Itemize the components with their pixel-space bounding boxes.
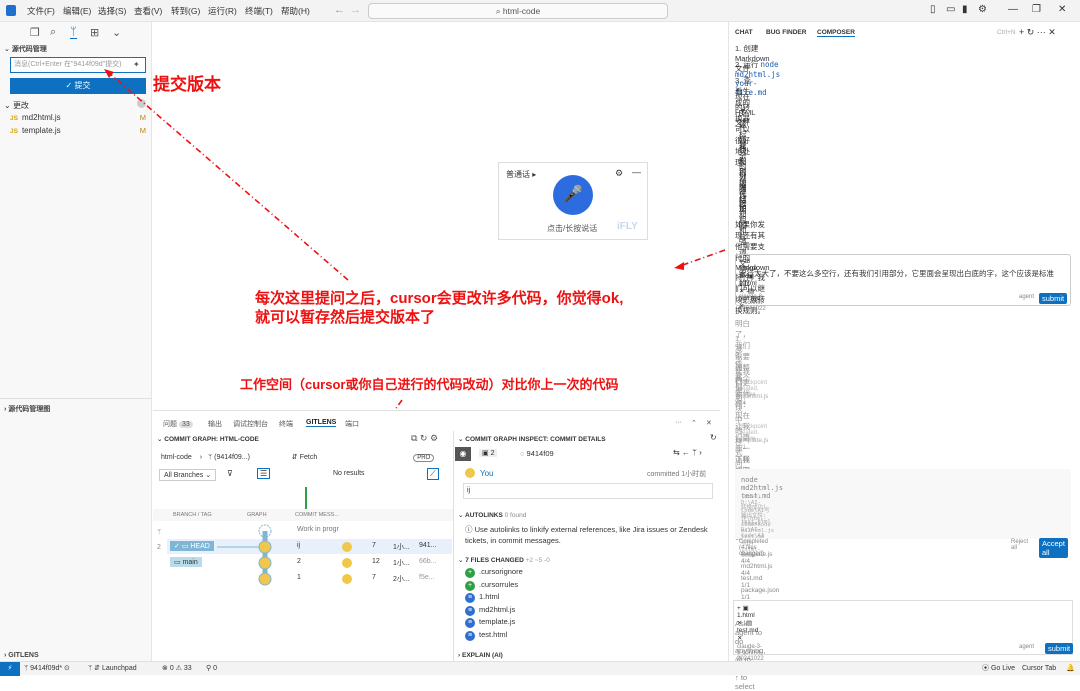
tab-composer[interactable]: COMPOSER	[817, 29, 855, 37]
branch-status[interactable]: ᛘ 9414f09d* ⊙	[24, 662, 70, 675]
tab-terminal[interactable]: 终端	[279, 419, 293, 429]
chat-panel: CHAT BUG FINDER COMPOSER Ctrl+N + ↻ ··· …	[728, 22, 1080, 691]
commit-sha-label: ◌ 9414f09	[520, 449, 554, 458]
repo-name[interactable]: html-code	[161, 454, 192, 461]
agent-label[interactable]: agent	[1019, 294, 1034, 300]
commit-icon[interactable]: ◉	[455, 447, 471, 461]
commit-graph-lines	[217, 524, 352, 586]
changed-file-chip[interactable]: package.json 1/1	[741, 587, 779, 601]
added-file-icon: +	[465, 568, 475, 578]
fetch-button[interactable]: ⇵ Fetch	[292, 454, 317, 461]
tab-output[interactable]: 输出	[208, 419, 222, 429]
accept-all-button[interactable]: Accept all	[1039, 538, 1068, 558]
changed-file-row[interactable]: + .cursorignore	[465, 567, 523, 578]
graph-toolbar: html-code › ᛘ (9414f09...) ⇵ Fetch PRO	[161, 453, 435, 462]
author-name: You	[480, 469, 494, 478]
status-bar: ⚡ ᛘ 9414f09d* ⊙ ᛘ ⇵ Launchpad ⊗ 0 ⚠ 33 ⚲…	[0, 661, 1080, 676]
changed-file-row[interactable]: ≡ 1.html	[465, 592, 499, 603]
tab-bug-finder[interactable]: BUG FINDER	[766, 29, 806, 36]
autolinks-description: ⓘ Use autolinks to linkify external refe…	[465, 525, 708, 545]
agent-label[interactable]: agent	[1019, 644, 1034, 650]
go-live-button[interactable]: ⦿ Go Live	[982, 662, 1015, 675]
file-name: 1.html	[479, 592, 500, 601]
file-name: .cursorrules	[479, 579, 519, 589]
model-selector[interactable]: claude-3-5-sonnet-20241022	[737, 644, 764, 662]
remote-icon[interactable]: ⚡	[0, 662, 20, 676]
refresh-icon[interactable]: ↻	[710, 433, 717, 442]
autolinks-header[interactable]: ⌄ AUTOLINKS 0 found	[458, 511, 526, 519]
pro-badge: PRO	[413, 454, 435, 462]
no-results-label: No results	[333, 470, 365, 477]
maximize-icon[interactable]: ⌃	[691, 419, 697, 427]
changed-file-row[interactable]: ≡ template.js	[465, 617, 515, 628]
commit-time: committed 1小时前	[647, 471, 707, 478]
problems-count-badge: 33	[178, 421, 193, 428]
panel-divider	[453, 431, 454, 662]
bell-icon[interactable]: 🔔	[1066, 662, 1075, 675]
author-avatar	[465, 468, 475, 478]
file-name: test.html	[479, 629, 508, 639]
all-branches-select[interactable]: All Branches ⌄	[159, 469, 217, 481]
close-icon[interactable]: ✕	[706, 419, 712, 427]
tab-debug-console[interactable]: 调试控制台	[233, 419, 268, 429]
tab-problems[interactable]: 问题 33	[163, 419, 193, 429]
graph-chart-icon[interactable]: ⟋	[427, 468, 439, 480]
terminal-output-block	[735, 469, 1071, 539]
new-chat-shortcut: Ctrl+N	[997, 29, 1016, 36]
explain-header[interactable]: › EXPLAIN (AI)	[458, 652, 503, 659]
reject-all-button[interactable]: Reject all	[1011, 539, 1028, 551]
submit-button[interactable]: submit	[1045, 643, 1074, 654]
tab-ports[interactable]: 端口	[345, 419, 359, 429]
commit-count: ▣ 2	[479, 449, 498, 457]
added-file-icon: +	[465, 580, 475, 591]
navigation-icons[interactable]: ⇆ ← ᛘ ›	[673, 448, 702, 457]
filter-icon[interactable]: ⊽	[227, 469, 233, 478]
file-chip[interactable]: template.js 1/1	[737, 437, 768, 451]
changed-file-row[interactable]: ≡ md2html.js	[465, 605, 515, 616]
chat-input-text[interactable]: 空行太大了，不要这么多空行，还有我们引用部分，它里面会呈现出白底的字，这个应该是…	[739, 269, 1059, 289]
modified-file-icon: ≡	[465, 593, 475, 603]
file-name: .cursorignore	[479, 567, 523, 576]
submit-button[interactable]: submit	[1039, 293, 1068, 304]
ports-status[interactable]: ⚲ 0	[206, 662, 217, 675]
modified-file-icon: ≡	[465, 605, 475, 616]
file-name: template.js	[479, 617, 516, 626]
tab-gitlens[interactable]: GITLENS	[306, 419, 337, 427]
branch-ref[interactable]: ᛘ (9414f09...)	[208, 454, 250, 461]
file-chip[interactable]: md2html.js 4/4	[737, 393, 768, 407]
chevron-right-icon: ›	[199, 454, 203, 461]
header-action-icons[interactable]: ⧉ ↻ ⚙	[411, 433, 438, 444]
search-filter-icon[interactable]: ☰	[257, 468, 271, 479]
launchpad-status[interactable]: ᛘ ⇵ Launchpad	[88, 662, 137, 675]
problems-status[interactable]: ⊗ 0 ⚠ 33	[162, 662, 192, 675]
minimap-marker	[305, 487, 307, 509]
bottom-panel: 问题 33 输出 调试控制台 终端 GITLENS 端口 ··· ⌃ ✕ ⌄ C…	[153, 410, 720, 662]
changed-file-row[interactable]: ≡ test.html	[465, 630, 507, 641]
changed-file-row[interactable]: + .cursorrules	[465, 580, 518, 591]
modified-file-icon: ≡	[465, 618, 475, 628]
chat-action-icons[interactable]: + ↻ ··· ✕	[1019, 27, 1056, 38]
modified-file-icon: ≡	[465, 630, 475, 641]
commit-message-box: ij	[463, 483, 713, 499]
tab-chat[interactable]: CHAT	[735, 29, 753, 36]
model-selector[interactable]: claude-3-5-sonnet-20241022	[739, 294, 766, 312]
cursor-tab-status[interactable]: Cursor Tab	[1022, 662, 1056, 675]
files-changed-header[interactable]: ⌄ 7 FILES CHANGED +2 ~5 -0	[458, 556, 550, 564]
inspect-header[interactable]: ⌄ COMMIT GRAPH INSPECT: COMMIT DETAILS	[458, 435, 606, 443]
file-name: md2html.js	[479, 604, 516, 614]
commit-graph-header[interactable]: ⌄ COMMIT GRAPH: HTML-CODE	[157, 435, 259, 443]
more-icon[interactable]: ···	[675, 419, 682, 426]
